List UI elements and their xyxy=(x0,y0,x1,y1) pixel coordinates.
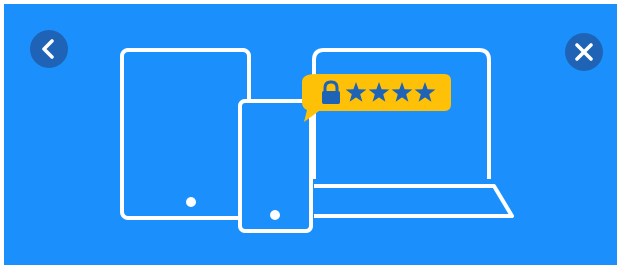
security-banner xyxy=(4,4,617,265)
password-star xyxy=(345,82,367,102)
smartphone-icon xyxy=(238,99,313,233)
lock-icon xyxy=(322,80,340,104)
chevron-left-icon xyxy=(42,39,54,59)
tablet-icon xyxy=(120,48,251,220)
password-star xyxy=(368,82,390,102)
close-icon xyxy=(575,43,593,61)
password-star xyxy=(414,82,436,102)
close-button[interactable] xyxy=(565,33,603,71)
masked-password xyxy=(345,82,436,102)
password-star xyxy=(391,82,413,102)
back-button[interactable] xyxy=(30,30,68,68)
devices-illustration xyxy=(120,48,514,233)
